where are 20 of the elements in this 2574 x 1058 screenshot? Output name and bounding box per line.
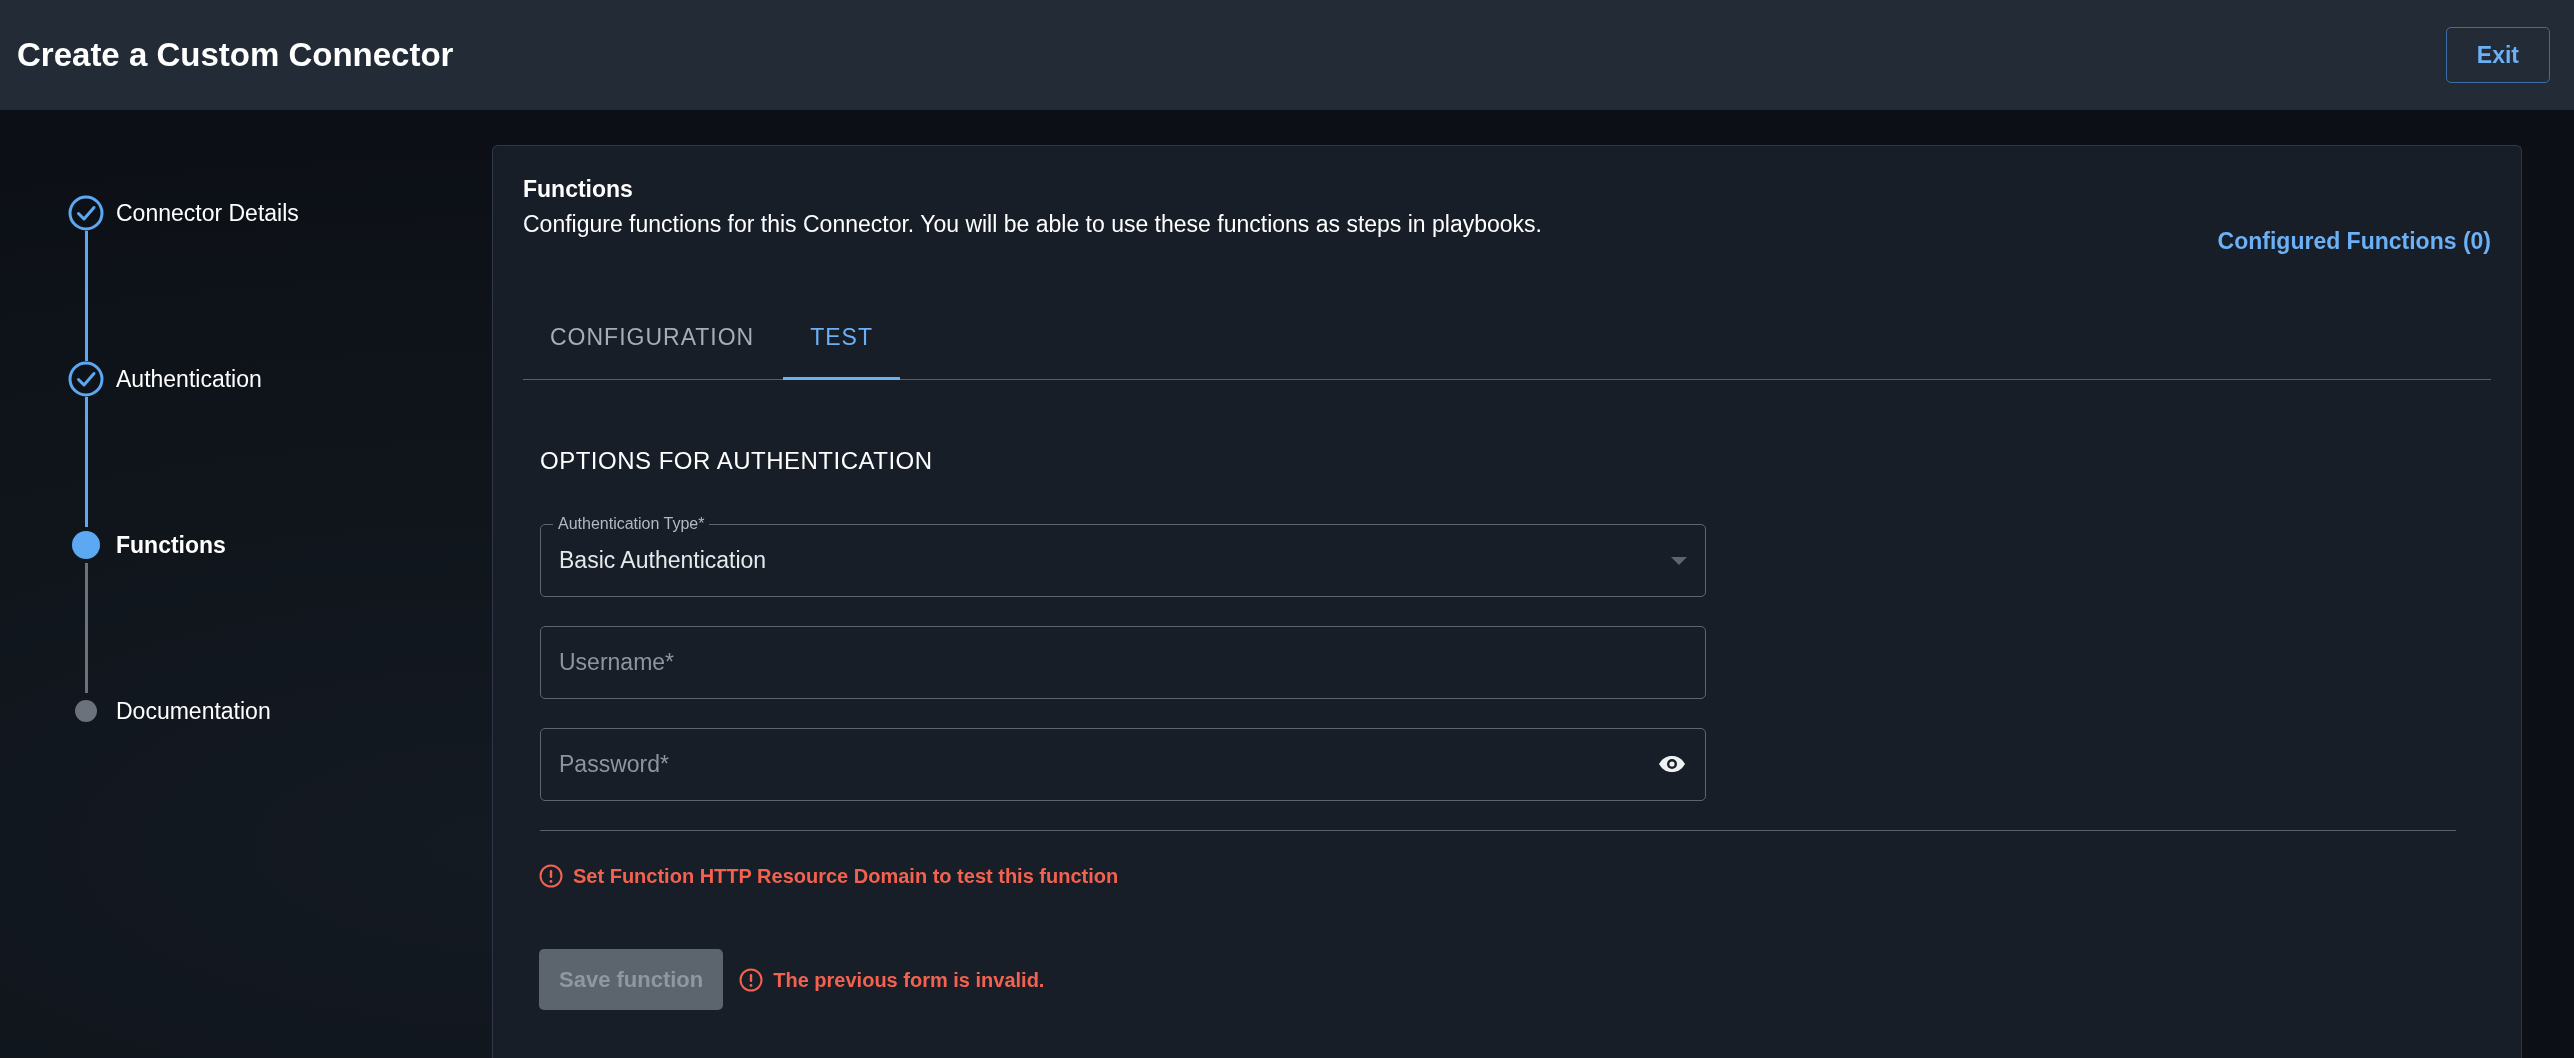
error-icon xyxy=(539,864,563,888)
step-label[interactable]: Documentation xyxy=(116,693,271,729)
username-field[interactable]: Username* xyxy=(540,626,1706,699)
tab[interactable]: CONFIGURATION xyxy=(523,301,782,380)
error-message: Set Function HTTP Resource Domain to test this function xyxy=(573,864,1119,889)
step-label[interactable]: Functions xyxy=(116,527,226,563)
exit-button[interactable]: Exit xyxy=(2445,26,2550,84)
step-label[interactable]: Authentication xyxy=(116,361,262,397)
panel-description: Configure functions for this Connector. You will be able to use these functions as steps in playbooks. xyxy=(523,209,1542,239)
tab[interactable]: TEST xyxy=(783,301,900,380)
password-field[interactable]: Password* xyxy=(540,728,1706,801)
step-label[interactable]: Connector Details xyxy=(116,195,299,231)
eye-icon[interactable] xyxy=(1658,755,1686,773)
error-icon xyxy=(739,967,764,992)
configured-functions-link[interactable]: Configured Functions (0) xyxy=(2217,224,2491,259)
error-message: The previous form is invalid. xyxy=(773,967,1045,993)
page-title: Create a Custom Connector xyxy=(17,35,454,75)
panel-title: Functions xyxy=(523,175,634,204)
caret-icon xyxy=(1671,556,1687,565)
section-title: OPTIONS FOR AUTHENTICATION xyxy=(540,446,934,476)
